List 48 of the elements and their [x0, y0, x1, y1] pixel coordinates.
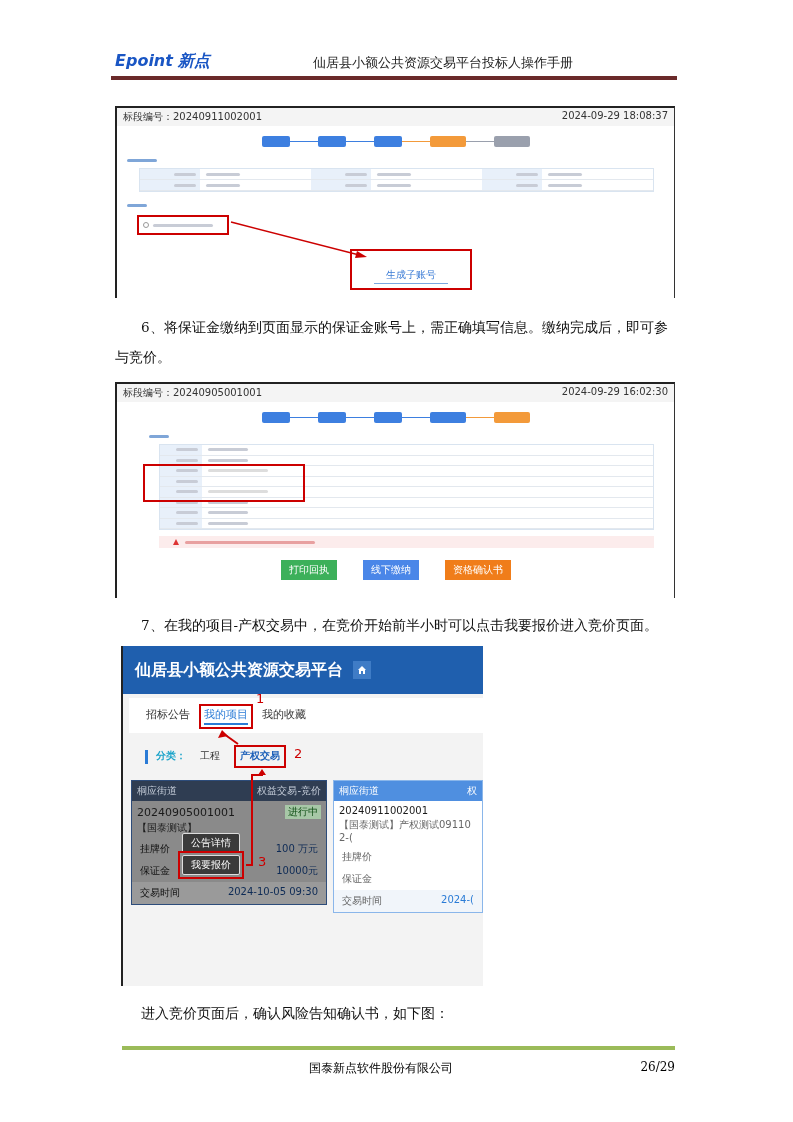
warning-icon	[173, 539, 179, 545]
logo: Epoint 新点	[115, 51, 211, 72]
countdown-time: 2024-09-29 16:02:30	[561, 386, 668, 399]
instruction-paragraph: 6、将保证金缴纳到页面显示的保证金账号上，需正确填写信息。缴纳完成后，即可参与竞价。	[115, 318, 669, 367]
card-type: 权	[467, 784, 477, 798]
field-label: 交易时间	[342, 894, 382, 908]
project-number: 20240905001001	[137, 805, 235, 819]
action-button[interactable]: 线下缴纳	[362, 560, 419, 580]
generate-subaccount-button[interactable]: 生成子账号	[373, 267, 448, 284]
field-label: 保证金	[342, 872, 372, 886]
field-label: 挂牌价	[342, 850, 372, 864]
nav-tab[interactable]: 我的收藏	[262, 708, 306, 725]
page-header-title: 仙居县小额公共资源交易平台投标人操作手册	[311, 54, 574, 72]
category-label: 分类：	[156, 750, 186, 763]
countdown-time: 2024-09-29 18:08:37	[561, 110, 668, 123]
card-action-button[interactable]: 我要报价	[182, 855, 240, 875]
step-number: 2	[294, 747, 303, 760]
project-number: 20240911002001	[339, 805, 429, 816]
project-card[interactable]: 桐应街道 权 20240911002001 【国泰测试】产权测试091102-( 挂牌价 保证金 交易时间 2024-(	[333, 780, 483, 913]
page-number: 26/29	[640, 1060, 675, 1076]
section-number: 标段编号：20240905001001	[123, 386, 263, 400]
field-label: 交易时间	[140, 886, 180, 900]
field-value: 2024-10-05 09:30	[227, 886, 318, 899]
step-number: 1	[256, 692, 265, 705]
category-tab[interactable]: 产权交易	[240, 750, 280, 763]
field-value: 100 万元	[275, 842, 318, 856]
status-badge: 进行中	[285, 805, 321, 819]
platform-title: 仙居县小额公共资源交易平台	[135, 659, 343, 681]
card-area: 桐应街道	[339, 784, 379, 798]
field-value: 10000元	[276, 864, 318, 878]
section-number: 标段编号：20240911002001	[123, 110, 263, 124]
home-icon[interactable]	[353, 661, 371, 679]
field-value: 2024-(	[441, 894, 474, 907]
footer-company: 国泰新点软件股份有限公司	[309, 1060, 454, 1077]
card-area: 桐应街道	[137, 784, 177, 798]
instruction-paragraph: 7、在我的项目-产权交易中，在竞价开始前半小时可以点击我要报价进入竞价页面。	[140, 616, 660, 635]
field-label: 保证金	[140, 864, 170, 878]
nav-tab[interactable]: 我的项目	[204, 708, 248, 725]
radio-button[interactable]	[143, 222, 149, 228]
project-name: 【国泰测试】	[136, 821, 198, 835]
instruction-paragraph: 进入竞价页面后，确认风险告知确认书，如下图：	[140, 1004, 450, 1023]
project-name: 【国泰测试】产权测试091102-(	[338, 818, 472, 845]
category-tab[interactable]: 工程	[200, 750, 220, 763]
field-label: 挂牌价	[140, 842, 170, 856]
nav-tab[interactable]: 招标公告	[146, 708, 190, 725]
card-type: 权益交易-竞价	[257, 784, 321, 798]
card-action-button[interactable]: 公告详情	[182, 833, 240, 853]
step-number: 3	[258, 855, 267, 868]
